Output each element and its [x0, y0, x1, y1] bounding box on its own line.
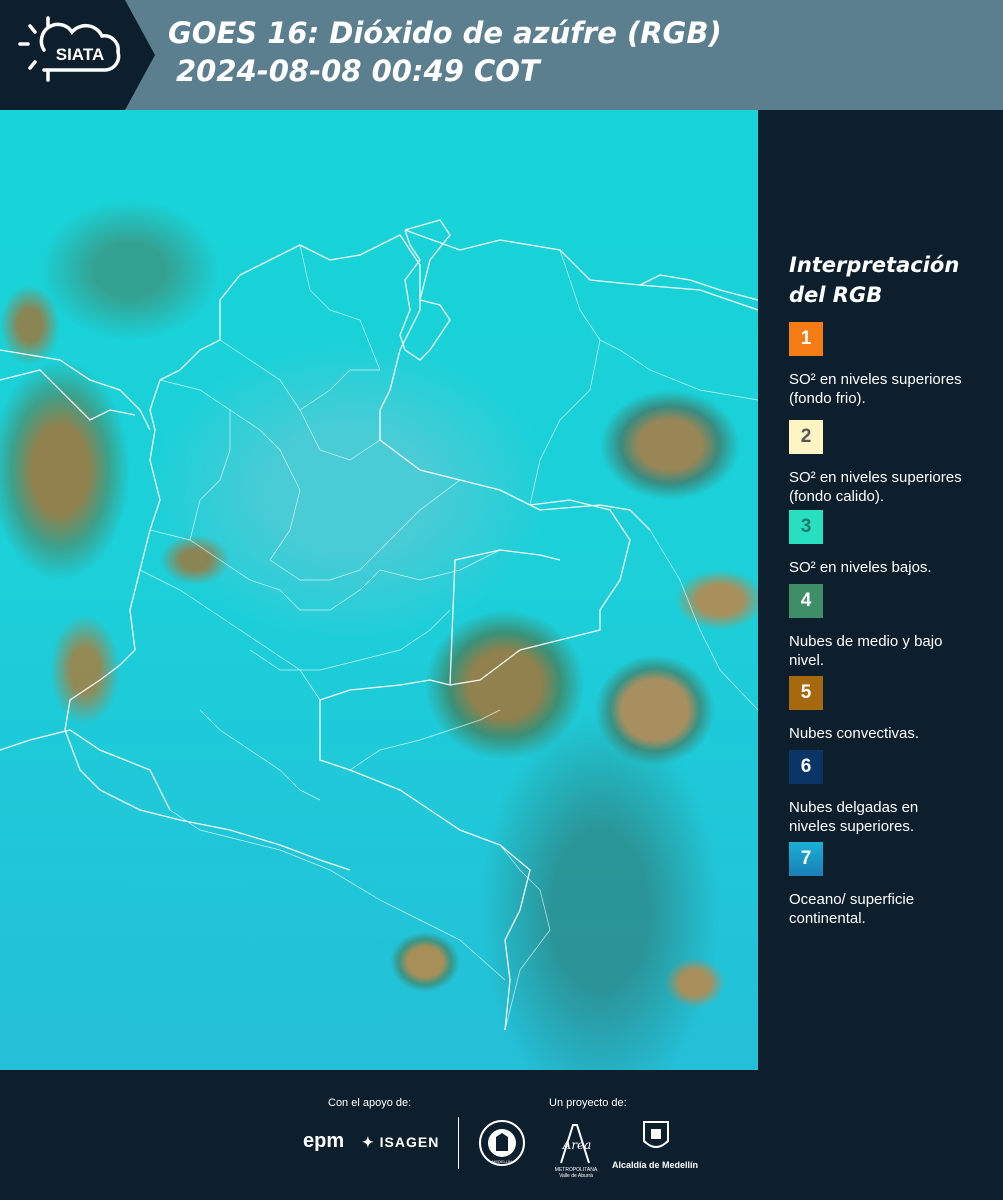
legend-title: Interpretación del RGB — [789, 253, 960, 307]
timestamp: 2024-08-08 00:49 COT — [176, 54, 540, 88]
legend-label-2: SO² en niveles superiores (fondo calido)… — [789, 469, 962, 505]
legend-label-4: Nubes de medio y bajo nivel. — [789, 633, 943, 669]
dept-lines-4 — [149, 529, 381, 611]
project-label: Un proyecto de: — [549, 1097, 627, 1109]
alcaldia-label: Alcaldía de Medellín — [612, 1160, 699, 1170]
colombia-border — [399, 219, 451, 361]
alcaldia-shield-icon[interactable] — [641, 1119, 671, 1155]
dept-lines-12 — [189, 410, 231, 541]
page-title: GOES 16: Dióxido de azúfre (RGB) — [168, 16, 722, 50]
legend-label-7: Oceano/ superficie continental. — [789, 891, 915, 927]
legend-item-6: 6 Nubes delgadas en niveles superiores. — [789, 750, 989, 836]
legend-item-3: 3 SO² en niveles bajos. — [789, 510, 989, 577]
legend-swatch-4: 4 — [789, 584, 823, 618]
isagen-logo[interactable]: ✦ ISAGEN — [362, 1134, 439, 1151]
legend-item-7: 7 Oceano/ superficie continental. — [789, 842, 989, 928]
legend-swatch-6: 6 — [789, 750, 823, 784]
svg-text:Área: Área — [562, 1137, 592, 1152]
venezuela-coast — [404, 229, 758, 311]
boundaries-overlay — [0, 219, 758, 1031]
panama-south — [0, 369, 136, 421]
satellite-map[interactable] — [0, 110, 758, 1070]
legend-item-2: 2 SO² en niveles superiores (fondo calid… — [789, 420, 989, 506]
panama — [0, 349, 151, 431]
legend-swatch-3: 3 — [789, 510, 823, 544]
epm-logo[interactable]: epm — [303, 1130, 344, 1153]
dept-lines-9 — [199, 709, 321, 801]
brazil-border — [449, 549, 561, 686]
legend-item-1: 1 SO² en niveles superiores (fondo frio)… — [789, 322, 989, 408]
dept-lines-1 — [299, 244, 381, 371]
dept-lines-2 — [219, 339, 381, 461]
header-bar: SIATA GOES 16: Dióxido de azúfre (RGB) 2… — [0, 0, 1003, 110]
legend-swatch-5: 5 — [789, 676, 823, 710]
dept-lines-5 — [139, 569, 321, 701]
ecuador-border — [0, 729, 171, 811]
area-metropolitana-logo[interactable]: Área — [551, 1119, 601, 1169]
footer-divider — [458, 1117, 459, 1169]
legend-label-6: Nubes delgadas en niveles superiores. — [789, 799, 919, 835]
dept-lines-3 — [159, 379, 301, 561]
medellin-seal-icon[interactable]: MEDELLÍN — [478, 1119, 526, 1167]
legend-label-3: SO² en niveles bajos. — [789, 559, 932, 576]
support-label: Con el apoyo de: — [328, 1097, 412, 1109]
venezuela-states — [559, 249, 758, 401]
legend-swatch-7: 7 — [789, 842, 823, 876]
footer: Con el apoyo de: Un proyecto de: epm ✦ I… — [0, 1070, 1003, 1200]
legend-item-5: 5 Nubes convectivas. — [789, 676, 989, 743]
legend-item-4: 4 Nubes de medio y bajo nivel. — [789, 584, 989, 670]
area-metropolitana-label: METROPOLITANA Valle de Aburrá — [554, 1167, 598, 1179]
legend-swatch-2: 2 — [789, 420, 823, 454]
legend-label-1: SO² en niveles superiores (fondo frio). — [789, 371, 962, 407]
svg-text:MEDELLÍN: MEDELLÍN — [492, 1159, 512, 1164]
venezuela-south — [529, 504, 651, 531]
colombia-west — [64, 259, 351, 871]
dept-lines-10 — [349, 709, 501, 771]
siata-logo: SIATA — [18, 16, 121, 82]
legend-swatch-1: 1 — [789, 322, 823, 356]
venezuela-states-2 — [529, 339, 601, 506]
legend-label-5: Nubes convectivas. — [789, 725, 920, 742]
dept-lines-11 — [299, 369, 380, 411]
peru-border — [169, 809, 506, 981]
coast-east — [639, 274, 758, 301]
dept-lines-8 — [249, 609, 451, 671]
svg-text:SIATA: SIATA — [56, 45, 104, 64]
venezuela-states-3 — [649, 529, 758, 711]
colombia-main — [269, 234, 631, 1031]
